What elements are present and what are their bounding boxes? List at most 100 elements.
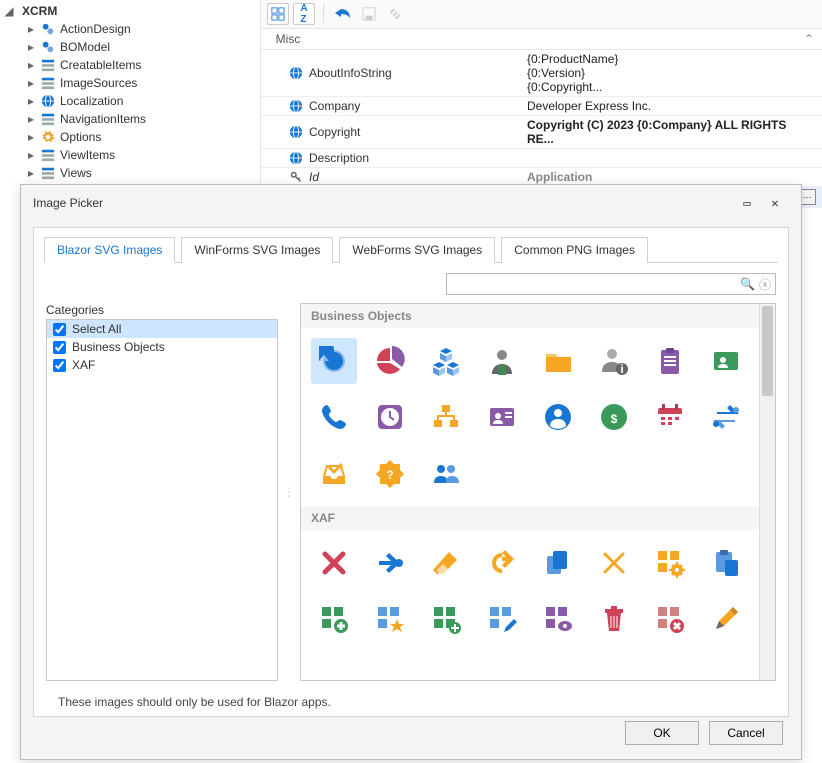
category-checkbox[interactable]	[53, 323, 66, 336]
id-card-icon[interactable]	[479, 394, 525, 440]
category-header[interactable]: Misc ⌃	[261, 29, 822, 50]
property-name: AboutInfoString	[309, 66, 392, 80]
scrollbar[interactable]	[759, 304, 775, 680]
user-circle-icon[interactable]	[535, 394, 581, 440]
category-item[interactable]: XAF	[47, 356, 277, 374]
property-row[interactable]: AboutInfoString{0:ProductName}{0:Version…	[261, 50, 822, 97]
tree-item[interactable]: ▸Localization	[26, 92, 260, 110]
folder-icon[interactable]	[535, 338, 581, 384]
grid-gear-icon[interactable]	[647, 540, 693, 586]
grid-remove-icon[interactable]	[647, 596, 693, 642]
category-checkbox[interactable]	[53, 359, 66, 372]
tree-item[interactable]: ▸BOModel	[26, 38, 260, 56]
grid-edit-icon[interactable]	[479, 596, 525, 642]
close-button[interactable]: ✕	[761, 193, 789, 213]
tab[interactable]: Blazor SVG Images	[44, 237, 175, 263]
paste-icon[interactable]	[703, 540, 749, 586]
splitter[interactable]: ⋮	[286, 303, 292, 681]
list-icon	[40, 57, 56, 73]
clipboard-icon[interactable]	[647, 338, 693, 384]
tree-item[interactable]: ▸Views	[26, 164, 260, 182]
clear-search-icon[interactable]: ⓧ	[759, 276, 771, 293]
hint-text: These images should only be used for Bla…	[46, 681, 776, 709]
category-item[interactable]: Business Objects	[47, 338, 277, 356]
redo-icon[interactable]	[479, 540, 525, 586]
expand-icon[interactable]: ▸	[26, 166, 36, 180]
tree-item[interactable]: ▸NavigationItems	[26, 110, 260, 128]
categorized-button[interactable]	[267, 3, 289, 25]
clock-icon[interactable]	[367, 394, 413, 440]
search-input[interactable]	[451, 277, 736, 291]
cancel-button[interactable]: Cancel	[709, 721, 783, 745]
eraser-icon[interactable]	[423, 540, 469, 586]
property-name: Copyright	[309, 125, 360, 139]
expand-icon[interactable]: ▸	[26, 130, 36, 144]
list-icon	[40, 147, 56, 163]
svg-text:$: $	[611, 412, 618, 426]
pie-chart-icon[interactable]	[367, 338, 413, 384]
globe-icon	[289, 125, 303, 139]
gear-icon	[40, 129, 56, 145]
category-item[interactable]: Select All	[47, 320, 277, 338]
undo-button[interactable]	[332, 3, 354, 25]
tab[interactable]: WebForms SVG Images	[339, 237, 495, 263]
alphabetical-button[interactable]: AZ	[293, 3, 315, 25]
tree-item[interactable]: ▸ActionDesign	[26, 20, 260, 38]
grid-star-icon[interactable]	[367, 596, 413, 642]
tree-item[interactable]: ▸Options	[26, 128, 260, 146]
person-info-icon[interactable]: i	[591, 338, 637, 384]
tab[interactable]: Common PNG Images	[501, 237, 648, 263]
question-badge-icon[interactable]: ?	[367, 450, 413, 496]
expand-icon[interactable]: ▸	[26, 94, 36, 108]
person-icon[interactable]	[479, 338, 525, 384]
copy-icon[interactable]	[535, 540, 581, 586]
category-checkbox[interactable]	[53, 341, 66, 354]
expand-icon[interactable]: ▸	[26, 112, 36, 126]
tab-strip: Blazor SVG ImagesWinForms SVG ImagesWebF…	[34, 228, 788, 262]
phone-icon[interactable]	[311, 394, 357, 440]
save-button	[358, 3, 380, 25]
grid-eye-icon[interactable]	[535, 596, 581, 642]
close-thin-icon[interactable]	[591, 540, 637, 586]
dollar-icon[interactable]: $	[591, 394, 637, 440]
property-row[interactable]: CompanyDeveloper Express Inc.	[261, 97, 822, 116]
collapse-icon[interactable]: ⌃	[804, 32, 814, 46]
transfer-icon[interactable]	[703, 394, 749, 440]
users-group-icon[interactable]	[423, 450, 469, 496]
calendar-icon[interactable]	[647, 394, 693, 440]
category-label: Select All	[72, 322, 121, 336]
link-button	[384, 3, 406, 25]
tree-root-node[interactable]: ◢ XCRM	[4, 2, 260, 20]
delete-x-icon[interactable]	[311, 540, 357, 586]
tree-item[interactable]: ▸ImageSources	[26, 74, 260, 92]
expand-icon[interactable]: ▸	[26, 40, 36, 54]
icon-browser: Business Objects i$? XAF	[300, 303, 776, 681]
tree-item[interactable]: ▸ CreatableItems	[26, 56, 260, 74]
navigate-to-icon[interactable]	[367, 540, 413, 586]
categories-pane: Categories Select AllBusiness ObjectsXAF	[46, 303, 278, 681]
trash-icon[interactable]	[591, 596, 637, 642]
ok-button[interactable]: OK	[625, 721, 699, 745]
tree-item[interactable]: ▸ViewItems	[26, 146, 260, 164]
expand-icon[interactable]: ◢	[4, 4, 14, 18]
property-row[interactable]: Description	[261, 149, 822, 168]
scrollbar-thumb[interactable]	[762, 306, 773, 396]
search-icon[interactable]: 🔍	[740, 277, 755, 291]
contact-card-icon[interactable]	[703, 338, 749, 384]
expand-icon[interactable]: ▸	[26, 58, 36, 72]
expand-icon[interactable]: ▸	[26, 76, 36, 90]
tree-item-label: CreatableItems	[60, 58, 141, 72]
grid-plus-icon[interactable]	[423, 596, 469, 642]
pencil-icon[interactable]	[703, 596, 749, 642]
expand-icon[interactable]: ▸	[26, 148, 36, 162]
inbox-check-icon[interactable]	[311, 450, 357, 496]
tab[interactable]: WinForms SVG Images	[181, 237, 333, 263]
model-tree: ◢ XCRM ▸ActionDesign▸BOModel▸CreatableIt…	[0, 0, 260, 208]
maximize-button[interactable]: ▭	[733, 193, 761, 213]
org-chart-icon[interactable]	[423, 394, 469, 440]
history-icon[interactable]	[311, 338, 357, 384]
cubes-icon[interactable]	[423, 338, 469, 384]
property-row[interactable]: CopyrightCopyright (C) 2023 {0:Company} …	[261, 116, 822, 149]
grid-add-icon[interactable]	[311, 596, 357, 642]
expand-icon[interactable]: ▸	[26, 22, 36, 36]
